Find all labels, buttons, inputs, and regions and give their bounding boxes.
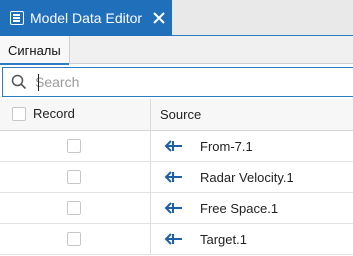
record-header-label: Record (33, 106, 75, 121)
signal-line-icon (164, 140, 182, 152)
document-tab-bar: Model Data Editor (0, 0, 353, 36)
signal-name: Free Space.1 (200, 200, 279, 216)
signal-name: From-7.1 (200, 138, 253, 154)
select-all-checkbox[interactable] (12, 107, 26, 121)
record-cell (0, 162, 151, 192)
signals-table: Record Source From-7.1 Radar Velocity.1 … (0, 99, 353, 255)
record-checkbox[interactable] (67, 139, 81, 153)
tab-model-data-editor[interactable]: Model Data Editor (0, 0, 172, 36)
source-column-header[interactable]: Source (152, 99, 353, 130)
signal-line-icon (164, 171, 182, 183)
search-icon (11, 74, 27, 90)
sub-tab-bar: Сигналы (0, 36, 353, 65)
text-caret (38, 74, 39, 91)
record-cell (0, 131, 151, 161)
tab-title: Model Data Editor (30, 10, 143, 26)
table-header: Record Source (0, 99, 353, 131)
table-row[interactable]: Target.1 (0, 224, 353, 255)
table-row[interactable]: Free Space.1 (0, 193, 353, 224)
record-cell (0, 193, 151, 223)
source-header-label: Source (160, 107, 202, 122)
record-checkbox[interactable] (67, 170, 81, 184)
source-cell[interactable]: Free Space.1 (152, 193, 353, 223)
record-cell (0, 224, 151, 254)
signal-line-icon (164, 202, 182, 214)
search-box[interactable] (2, 67, 353, 97)
table-row[interactable]: Radar Velocity.1 (0, 162, 353, 193)
source-cell[interactable]: From-7.1 (152, 131, 353, 161)
record-checkbox[interactable] (67, 201, 81, 215)
tab-signals[interactable]: Сигналы (0, 36, 70, 65)
source-cell[interactable]: Radar Velocity.1 (152, 162, 353, 192)
table-row[interactable]: From-7.1 (0, 131, 353, 162)
source-cell[interactable]: Target.1 (152, 224, 353, 254)
signal-name: Radar Velocity.1 (200, 169, 294, 185)
signal-line-icon (164, 233, 182, 245)
record-column-header[interactable]: Record (0, 99, 151, 130)
signal-name: Target.1 (200, 231, 247, 247)
close-icon[interactable] (151, 10, 167, 26)
search-input[interactable] (35, 74, 335, 90)
record-checkbox[interactable] (67, 232, 81, 246)
model-data-editor-icon (10, 11, 24, 25)
